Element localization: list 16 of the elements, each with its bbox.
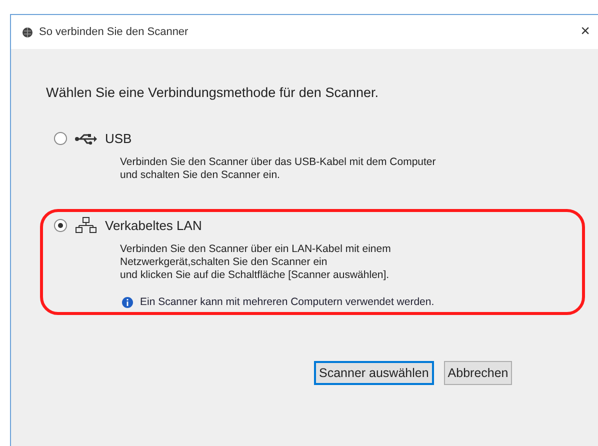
select-scanner-button[interactable]: Scanner auswählen [314,361,434,385]
close-button[interactable]: × [576,23,594,41]
cancel-button[interactable]: Abbrechen [444,361,512,385]
globe-icon [22,26,33,38]
radio-button[interactable] [54,132,67,145]
network-icon [75,217,97,233]
prompt-text: Wählen Sie eine Verbindungsmethode für den Scanner. [46,85,380,100]
window-title: So verbinden Sie den Scanner [39,26,188,38]
option-label[interactable]: Verkabeltes LAN [105,218,202,232]
option-description: Verbinden Sie den Scanner über ein LAN-Kabel mit einem Netzwerkgerät,schalten Sie den Scanner ein und klicken Sie auf die Schaltfläche [Scanner auswählen]. [120,243,392,282]
info-note: Ein Scanner kann mit mehreren Computern verwendet werden. [140,296,434,308]
usb-icon [75,132,97,146]
option-label[interactable]: USB [105,131,132,146]
info-icon [122,296,133,308]
option-description: Verbinden Sie den Scanner über das USB-Kabel mit dem Computer und schalten Sie den Scanner ein. [120,156,437,182]
radio-button[interactable] [54,218,67,232]
